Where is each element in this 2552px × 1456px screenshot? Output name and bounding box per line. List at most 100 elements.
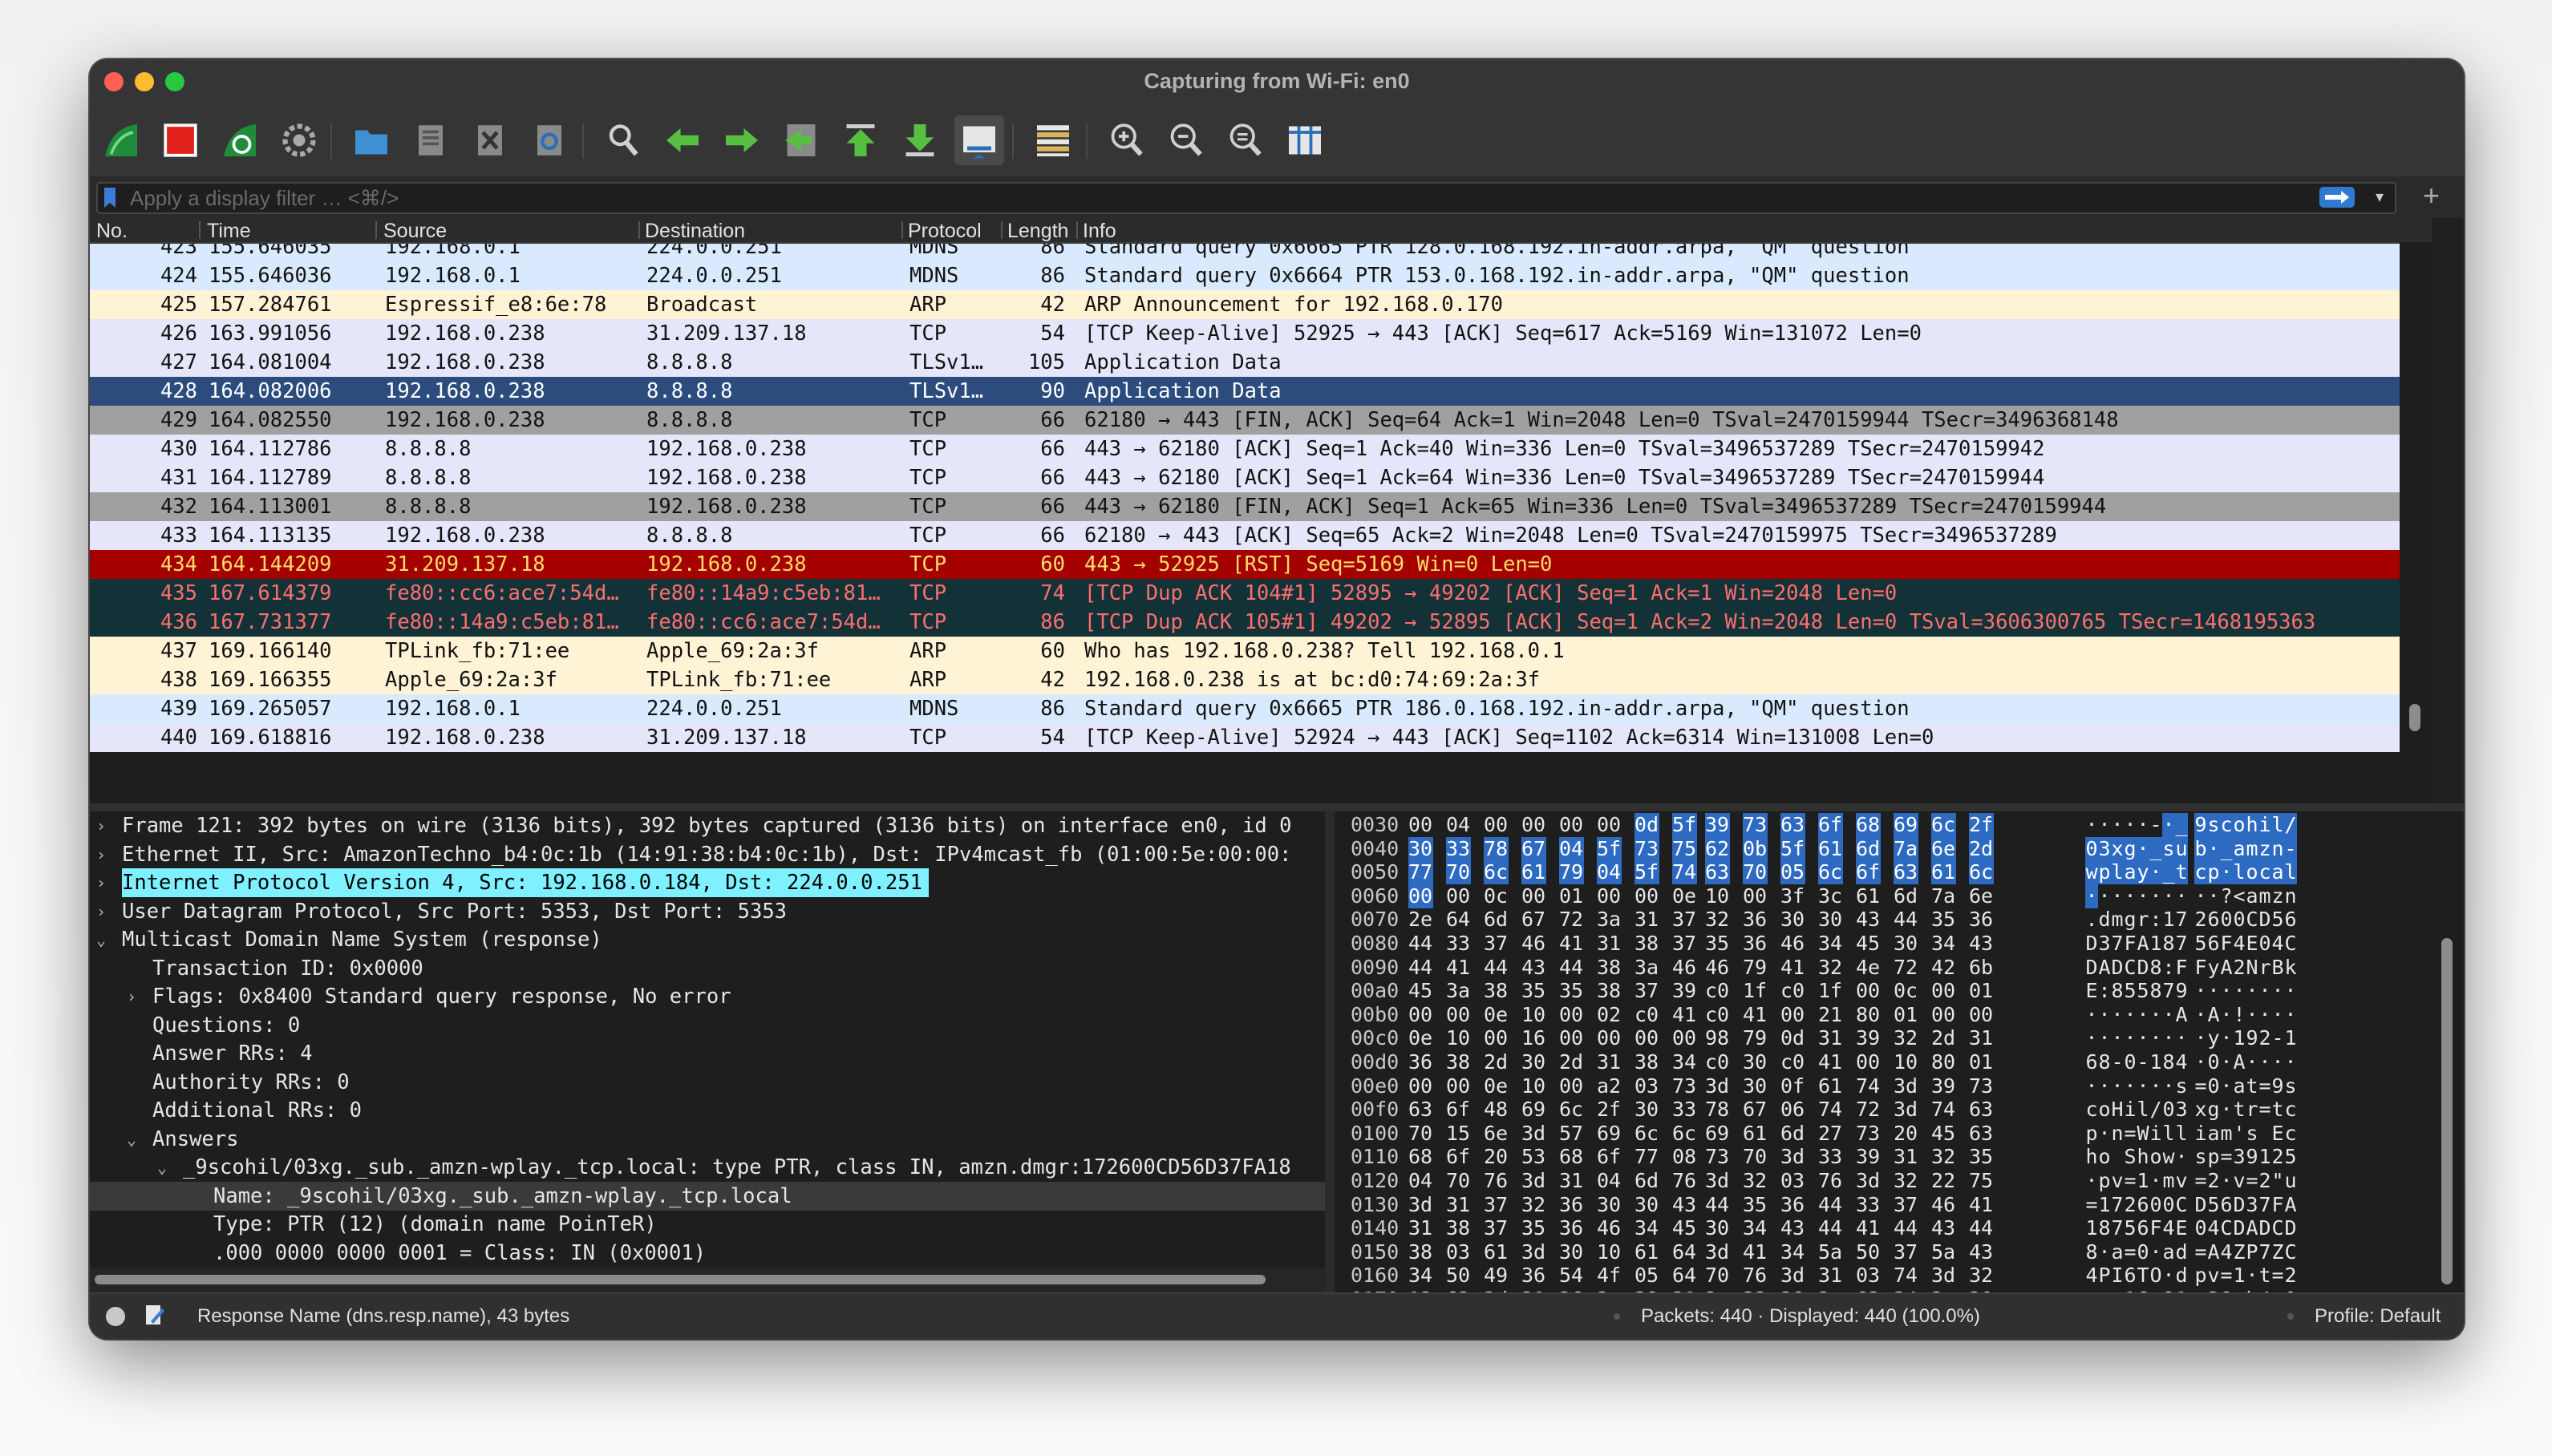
- hex-row[interactable]: 00702e646d67723a31373236303043443536.dmg…: [1335, 908, 2425, 932]
- packet-row[interactable]: 432164.1130018.8.8.8192.168.0.238TCP6644…: [90, 492, 2432, 521]
- detail-tree-item[interactable]: ›Internet Protocol Version 4, Src: 192.1…: [90, 868, 1325, 897]
- packet-row[interactable]: 433164.113135192.168.0.2388.8.8.8TCP6662…: [90, 521, 2432, 550]
- detail-tree-item[interactable]: ›Frame 121: 392 bytes on wire (3136 bits…: [90, 811, 1325, 840]
- column-no[interactable]: No.: [96, 220, 192, 243]
- column-info[interactable]: Info: [1083, 220, 1243, 243]
- collapse-chevron-icon[interactable]: ⌄: [127, 1125, 136, 1154]
- packet-row[interactable]: 429164.082550192.168.0.2388.8.8.8TCP6662…: [90, 406, 2432, 435]
- hex-row[interactable]: 01503803613d301061643d41345a50375a438·a=…: [1335, 1240, 2425, 1264]
- last-packet-icon[interactable]: [895, 115, 945, 165]
- packet-row[interactable]: 430164.1127868.8.8.8192.168.0.238TCP6644…: [90, 435, 2432, 463]
- go-forward-icon[interactable]: [717, 115, 767, 165]
- display-filter-input[interactable]: Apply a display filter … <⌘/> ▾: [96, 182, 2396, 214]
- bytes-scrollbar[interactable]: [2432, 811, 2464, 1292]
- detail-tree-item[interactable]: ⌄Multicast Domain Name System (response): [90, 925, 1325, 954]
- detail-tree-item[interactable]: Additional RRs: 0: [90, 1096, 1325, 1125]
- packet-row[interactable]: 440169.618816192.168.0.23831.209.137.18T…: [90, 723, 2432, 752]
- capture-options-icon[interactable]: [274, 115, 324, 165]
- detail-tree-item[interactable]: ⌄Answers: [90, 1125, 1325, 1154]
- hex-row[interactable]: 004030337867045f7375620b5f616d7a6e2d03xg…: [1335, 837, 2425, 861]
- packet-list-scroll-thumb[interactable]: [2409, 704, 2420, 731]
- status-profile[interactable]: Profile: Default: [2315, 1305, 2441, 1328]
- collapse-chevron-icon[interactable]: ⌄: [96, 925, 106, 954]
- first-packet-icon[interactable]: [836, 115, 885, 165]
- start-capture-icon[interactable]: [96, 115, 146, 165]
- detail-tree-item[interactable]: Transaction ID: 0x0000: [90, 954, 1325, 983]
- open-file-icon[interactable]: [346, 115, 396, 165]
- bytes-scroll-thumb[interactable]: [2441, 938, 2453, 1284]
- normal-size-icon[interactable]: [1221, 115, 1270, 165]
- packet-row[interactable]: 428164.082006192.168.0.2388.8.8.8TLSv1…9…: [90, 377, 2432, 406]
- hex-row[interactable]: 005077706c6179045f746370056c6f63616cwpla…: [1335, 860, 2425, 884]
- packet-row[interactable]: 427164.081004192.168.0.2388.8.8.8TLSv1…1…: [90, 348, 2432, 377]
- packet-row[interactable]: 438169.166355Apple_69:2a:3fTPLink_fb:71:…: [90, 665, 2432, 694]
- hex-row[interactable]: 016034504936544f056470763d3103743d324PI6…: [1335, 1264, 2425, 1288]
- detail-tree-item[interactable]: Type: PTR (12) (domain name PoinTeR): [90, 1210, 1325, 1239]
- hex-row[interactable]: 00300004000000000d5f3973636f68696c2f····…: [1335, 813, 2425, 837]
- vertical-pane-splitter[interactable]: [1325, 811, 1335, 1292]
- hex-row[interactable]: 00b000000e100002c041c041002180010000····…: [1335, 1003, 2425, 1027]
- collapse-chevron-icon[interactable]: ⌄: [157, 1153, 167, 1182]
- autoscroll-icon[interactable]: [954, 115, 1004, 165]
- packet-row[interactable]: 439169.265057192.168.0.1224.0.0.251MDNS8…: [90, 694, 2432, 723]
- zoom-in-icon[interactable]: [1102, 115, 1152, 165]
- packet-row[interactable]: 436167.731377fe80::14a9:c5eb:81…fe80::cc…: [90, 608, 2432, 637]
- hex-row[interactable]: 006000000c000100000e10003f3c616d7a6e····…: [1335, 884, 2425, 908]
- save-file-icon[interactable]: [406, 115, 456, 165]
- expand-chevron-icon[interactable]: ›: [96, 840, 106, 869]
- detail-tree-item[interactable]: .000 0000 0000 0001 = Class: IN (0x0001): [90, 1239, 1325, 1268]
- go-back-icon[interactable]: [658, 115, 707, 165]
- expert-info-icon[interactable]: [104, 1305, 127, 1328]
- hex-row[interactable]: 0110686f2053686f770873703d3339313235ho S…: [1335, 1145, 2425, 1169]
- close-file-icon[interactable]: [465, 115, 515, 165]
- detail-tree-item[interactable]: Questions: 0: [90, 1011, 1325, 1040]
- detail-tree-item[interactable]: ›User Datagram Protocol, Src Port: 5353,…: [90, 897, 1325, 926]
- hex-row[interactable]: 0140313837353646344530344344414443441875…: [1335, 1216, 2425, 1240]
- hex-row[interactable]: 010070156e3d57696c6c69616d2773204563p·n=…: [1335, 1122, 2425, 1146]
- column-time[interactable]: Time: [207, 220, 367, 243]
- packet-row[interactable]: 425157.284761Espressif_e8:6e:78Broadcast…: [90, 290, 2432, 319]
- hex-row[interactable]: 00e000000e1000a203733d300f61743d3973····…: [1335, 1074, 2425, 1098]
- column-protocol[interactable]: Protocol: [908, 220, 996, 243]
- capture-comment-icon[interactable]: [144, 1304, 165, 1328]
- reload-file-icon[interactable]: [525, 115, 574, 165]
- packet-list-scrollbar[interactable]: [2400, 242, 2432, 803]
- hex-row[interactable]: 00a0453a383535383739c01fc01f000c0001E:85…: [1335, 979, 2425, 1003]
- stop-capture-icon[interactable]: [156, 115, 205, 165]
- apply-filter-button[interactable]: [2319, 187, 2355, 208]
- packet-row[interactable]: 431164.1127898.8.8.8192.168.0.238TCP6644…: [90, 463, 2432, 492]
- detail-tree-item[interactable]: Name: _9scohil/03xg._sub._amzn-wplay._tc…: [90, 1182, 1325, 1211]
- detail-tree-item[interactable]: ⌄_9scohil/03xg._sub._amzn-wplay._tcp.loc…: [90, 1153, 1325, 1182]
- detail-tree-item[interactable]: ›Ethernet II, Src: AmazonTechno_b4:0c:1b…: [90, 840, 1325, 869]
- packet-row[interactable]: 435167.614379fe80::cc6:ace7:54d…fe80::14…: [90, 579, 2432, 608]
- filter-dropdown-icon[interactable]: ▾: [2376, 187, 2384, 207]
- column-source[interactable]: Source: [383, 220, 624, 243]
- hex-row[interactable]: 00f0636f48696c2f303378670674723d7463coHi…: [1335, 1098, 2425, 1122]
- detail-tree-item[interactable]: Authority RRs: 0: [90, 1068, 1325, 1097]
- zoom-out-icon[interactable]: [1161, 115, 1211, 165]
- expand-chevron-icon[interactable]: ›: [96, 811, 106, 840]
- bookmark-icon[interactable]: [103, 187, 117, 209]
- hex-row[interactable]: 008044333746413138373536463445303443D37F…: [1335, 932, 2425, 956]
- hex-row[interactable]: 00c00e1000160000000098790d3139322d31····…: [1335, 1026, 2425, 1050]
- hex-row[interactable]: 00d036382d302d313834c030c0410010800168-0…: [1335, 1050, 2425, 1074]
- colorize-icon[interactable]: [1028, 115, 1078, 165]
- expand-chevron-icon[interactable]: ›: [127, 982, 136, 1011]
- add-filter-button[interactable]: +: [2423, 180, 2440, 212]
- packet-row[interactable]: 424155.646036192.168.0.1224.0.0.251MDNS8…: [90, 261, 2432, 290]
- expand-chevron-icon[interactable]: ›: [96, 868, 106, 897]
- pane-splitter[interactable]: [90, 803, 2464, 811]
- packet-row[interactable]: 426163.991056192.168.0.23831.209.137.18T…: [90, 319, 2432, 348]
- resize-columns-icon[interactable]: [1280, 115, 1330, 165]
- hex-row[interactable]: 01303d313732363030434435364433374641=172…: [1335, 1193, 2425, 1217]
- find-packet-icon[interactable]: [598, 115, 648, 165]
- column-length[interactable]: Length: [1007, 220, 1071, 243]
- column-destination[interactable]: Destination: [645, 220, 885, 243]
- hex-row[interactable]: 00904441444344383a46467941324e72426bDADC…: [1335, 956, 2425, 980]
- details-scroll-thumb[interactable]: [95, 1275, 1266, 1284]
- detail-tree-item[interactable]: ›Flags: 0x8400 Standard query response, …: [90, 982, 1325, 1011]
- expand-chevron-icon[interactable]: ›: [96, 897, 106, 926]
- packet-row[interactable]: 434164.14420931.209.137.18192.168.0.238T…: [90, 550, 2432, 579]
- detail-tree-item[interactable]: Answer RRs: 4: [90, 1039, 1325, 1068]
- go-to-packet-icon[interactable]: [776, 115, 826, 165]
